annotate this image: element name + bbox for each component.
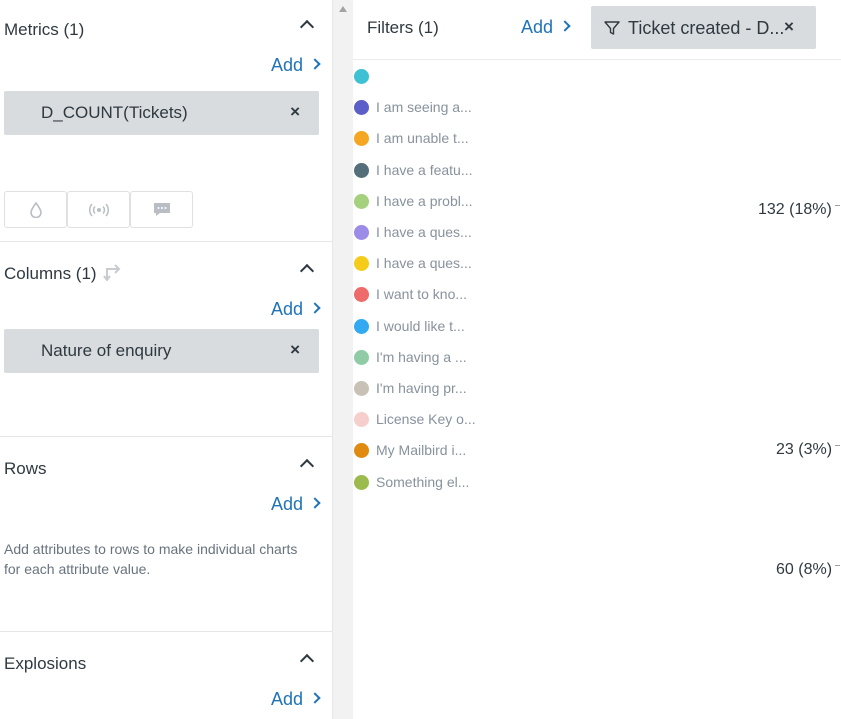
legend-label: License Key o...: [376, 411, 476, 427]
legend-label: I'm having a ...: [376, 349, 467, 365]
rows-add-label: Add: [270, 494, 303, 514]
rows-add-button[interactable]: Add: [270, 494, 321, 515]
scroll-up-arrow-icon[interactable]: [339, 6, 347, 12]
explosions-collapse-chevron-up-icon[interactable]: [299, 653, 315, 669]
columns-add-button[interactable]: Add: [270, 299, 321, 320]
legend-dot-icon: [354, 100, 369, 115]
legend-label: I have a probl...: [376, 193, 473, 209]
data-label: 23 (3%): [776, 441, 833, 458]
legend-label: I am unable t...: [376, 130, 469, 146]
explosions-add-button[interactable]: Add: [270, 689, 321, 710]
legend-label: I have a ques...: [376, 224, 472, 240]
swap-icon[interactable]: [103, 263, 123, 281]
metrics-add-button[interactable]: Add: [270, 55, 321, 76]
legend-dot-icon: [354, 225, 369, 240]
filters-divider: [353, 59, 841, 60]
metrics-collapse-chevron-up-icon[interactable]: [299, 19, 315, 35]
legend-dot-icon: [354, 131, 369, 146]
legend-dot-icon: [354, 256, 369, 271]
legend-dot-icon: [354, 319, 369, 334]
metrics-add-label: Add: [270, 55, 303, 75]
column-pill-label: Nature of enquiry: [41, 341, 172, 360]
legend-dot-icon: [354, 443, 369, 458]
metric-remove-close-icon[interactable]: ×: [290, 102, 300, 122]
legend-dot-icon: [354, 163, 369, 178]
legend-dot-icon: [354, 69, 369, 84]
chat-bubble-icon: [153, 202, 170, 216]
metric-chat-button[interactable]: [130, 191, 193, 228]
section-divider: [0, 631, 332, 632]
legend-dot-icon: [354, 475, 369, 490]
legend-label: Something el...: [376, 474, 470, 490]
drop-icon: [29, 201, 42, 218]
explosions-title: Explosions: [4, 654, 87, 673]
legend-dot-icon: [354, 287, 369, 302]
column-remove-close-icon[interactable]: ×: [290, 340, 300, 360]
columns-title: Columns (1): [4, 264, 97, 283]
section-divider: [0, 241, 332, 242]
data-label: 60 (8%): [776, 561, 833, 578]
metric-broadcast-button[interactable]: [67, 191, 130, 228]
legend-dot-icon: [354, 194, 369, 209]
filter-chip-label: Ticket created - D...: [628, 18, 785, 38]
chevron-right-icon: [309, 497, 321, 509]
legend-dot-icon: [354, 381, 369, 396]
leader-tick: [835, 565, 840, 566]
section-divider: [0, 436, 332, 437]
legend-dot-icon: [354, 350, 369, 365]
legend-label: I have a ques...: [376, 255, 472, 271]
chevron-right-icon: [309, 692, 321, 704]
filters-add-label: Add: [521, 17, 554, 37]
filter-chip[interactable]: Ticket created - D... ×: [591, 6, 816, 49]
left-panel: Metrics (1) Add D_COUNT(Tickets) × Colum…: [0, 0, 332, 719]
chevron-right-icon: [309, 58, 321, 70]
legend-label: My Mailbird i...: [376, 442, 467, 458]
legend-label: I want to kno...: [376, 286, 468, 302]
leader-tick: [835, 445, 840, 446]
filters-add-button[interactable]: Add: [521, 17, 571, 38]
legend-label: I am seeing a...: [376, 99, 472, 115]
metric-pill[interactable]: D_COUNT(Tickets) ×: [4, 91, 319, 135]
metric-pill-label: D_COUNT(Tickets): [41, 103, 188, 122]
explosions-add-label: Add: [270, 689, 303, 709]
legend-label: I have a featu...: [376, 162, 473, 178]
leader-tick: [835, 205, 840, 206]
filters-title: Filters (1): [367, 18, 439, 37]
chevron-right-icon: [559, 20, 571, 32]
scrollbar[interactable]: [333, 0, 353, 719]
funnel-icon: [604, 21, 620, 35]
chart-panel: Filters (1) Add Ticket created - D... × …: [353, 0, 841, 719]
filter-remove-close-icon[interactable]: ×: [784, 17, 794, 37]
metrics-title: Metrics (1): [4, 20, 85, 39]
legend-dot-icon: [354, 412, 369, 427]
legend-label: I'm having pr...: [376, 380, 467, 396]
columns-collapse-chevron-up-icon[interactable]: [299, 263, 315, 279]
legend-label: I would like t...: [376, 318, 465, 334]
rows-hint-text: Add attributes to rows to make individua…: [4, 541, 298, 577]
rows-collapse-chevron-up-icon[interactable]: [299, 458, 315, 474]
columns-add-label: Add: [270, 299, 303, 319]
rows-title: Rows: [4, 459, 47, 478]
broadcast-icon: [88, 203, 109, 216]
chevron-right-icon: [309, 302, 321, 314]
data-label: 132 (18%): [758, 201, 832, 218]
metric-drop-button[interactable]: [4, 191, 67, 228]
column-pill[interactable]: Nature of enquiry ×: [4, 329, 319, 373]
